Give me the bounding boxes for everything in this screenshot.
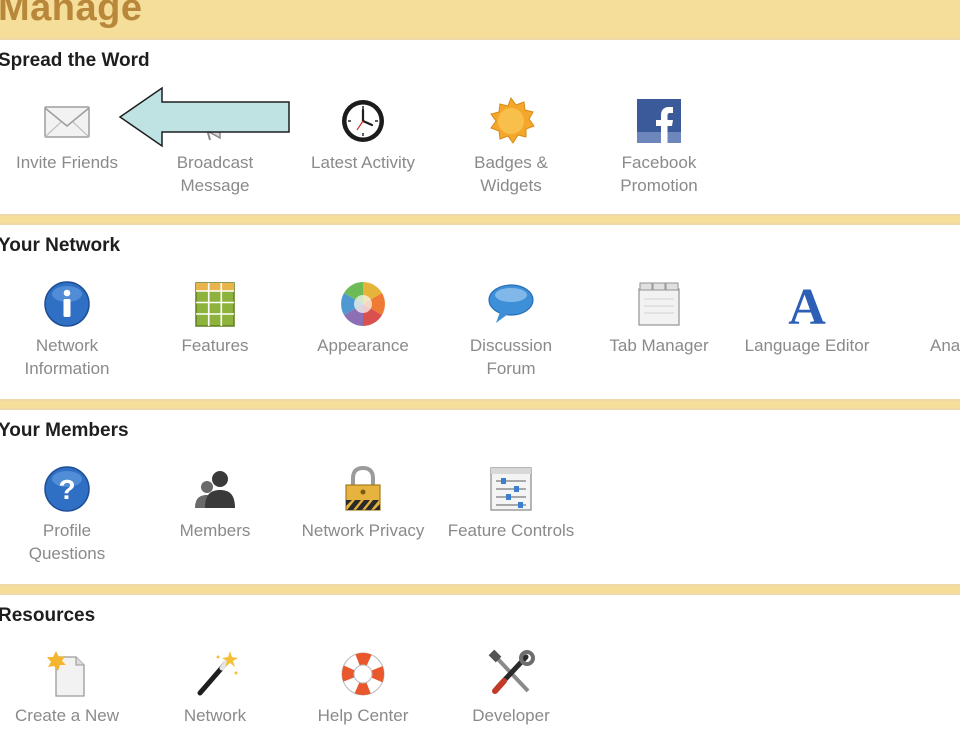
tool-help-center[interactable]: Help Center: [293, 649, 433, 727]
magic-wand-icon: [190, 649, 240, 699]
tool-developer[interactable]: Developer: [441, 649, 581, 727]
tool-label: Network Information: [24, 336, 110, 378]
new-page-icon: [42, 649, 92, 699]
tool-label: Latest Activity: [311, 153, 415, 172]
tool-label: Network Privacy: [301, 521, 425, 540]
tool-facebook-promotion[interactable]: Facebook Promotion: [589, 96, 729, 197]
section-heading: Resources: [0, 605, 96, 626]
tool-invite-friends[interactable]: Invite Friends: [0, 96, 137, 174]
badge-icon: [486, 96, 536, 146]
tool-label: Discussion Forum: [469, 336, 553, 378]
tool-latest-activity[interactable]: Latest Activity: [293, 96, 433, 174]
tool-profile-questions[interactable]: ? Profile Questions: [0, 464, 137, 565]
tool-label: Tab Manager: [609, 336, 709, 355]
color-wheel-icon: [338, 279, 388, 329]
tools-icon: [486, 649, 536, 699]
tool-create-new-network[interactable]: Create a New: [0, 649, 137, 727]
tool-label: Appearance: [317, 336, 409, 355]
tool-network-privacy[interactable]: Network Privacy: [293, 464, 433, 542]
pointer-arrow: [118, 86, 290, 148]
tool-label: Network: [183, 706, 247, 725]
tool-label: Facebook Promotion: [620, 153, 698, 195]
tool-tab-manager[interactable]: Tab Manager: [589, 279, 729, 357]
tool-network-information[interactable]: Network Information: [0, 279, 137, 380]
facebook-icon: [634, 96, 684, 146]
tool-language-editor[interactable]: A Language Editor: [737, 279, 877, 357]
tool-feature-controls[interactable]: Feature Controls: [441, 464, 581, 542]
people-icon: [190, 464, 240, 514]
tool-label: Members: [179, 521, 251, 540]
question-icon: ?: [42, 464, 92, 514]
tool-label: Badges & Widgets: [474, 153, 548, 195]
section-your-network: Your Network Network Information Feature…: [0, 223, 960, 401]
tool-label: Help Center: [317, 706, 409, 725]
letter-a-icon: A: [782, 279, 832, 329]
speech-bubble-icon: [486, 279, 536, 329]
grid-icon: [190, 279, 240, 329]
info-icon: [42, 279, 92, 329]
tool-label: Language Editor: [744, 336, 870, 355]
tool-members[interactable]: Members: [145, 464, 285, 542]
section-heading: Your Members: [0, 420, 129, 441]
lifebuoy-icon: [338, 649, 388, 699]
tool-badges-widgets[interactable]: Badges & Widgets: [441, 96, 581, 197]
tool-network-wizard[interactable]: Network: [145, 649, 285, 727]
padlock-icon: [338, 464, 388, 514]
tool-appearance[interactable]: Appearance: [293, 279, 433, 357]
tool-label: Broadcast Message: [176, 153, 254, 195]
section-your-members: Your Members ? Profile Questions Members…: [0, 408, 960, 586]
envelope-icon: [42, 96, 92, 146]
bar-chart-icon: [930, 279, 960, 329]
tool-label: Analy: [930, 336, 960, 355]
section-heading: Spread the Word: [0, 50, 150, 71]
tool-label: Developer: [472, 706, 550, 725]
tool-discussion-forum[interactable]: Discussion Forum: [441, 279, 581, 380]
clock-icon: [338, 96, 388, 146]
tool-label: Invite Friends: [15, 153, 119, 172]
page-title: Manage: [0, 0, 143, 29]
sliders-icon: [486, 464, 536, 514]
section-resources: Resources Create a New Network Help Cent…: [0, 593, 960, 733]
tabs-icon: [634, 279, 684, 329]
tool-label: Features: [181, 336, 249, 355]
tool-label: Feature Controls: [447, 521, 575, 540]
svg-text:?: ?: [58, 474, 75, 505]
tool-features[interactable]: Features: [145, 279, 285, 357]
svg-text:A: A: [788, 279, 826, 329]
tool-analytics[interactable]: Analy: [885, 279, 960, 357]
section-heading: Your Network: [0, 235, 121, 256]
tool-label: Create a New: [15, 706, 119, 725]
tool-label: Profile Questions: [28, 521, 106, 563]
